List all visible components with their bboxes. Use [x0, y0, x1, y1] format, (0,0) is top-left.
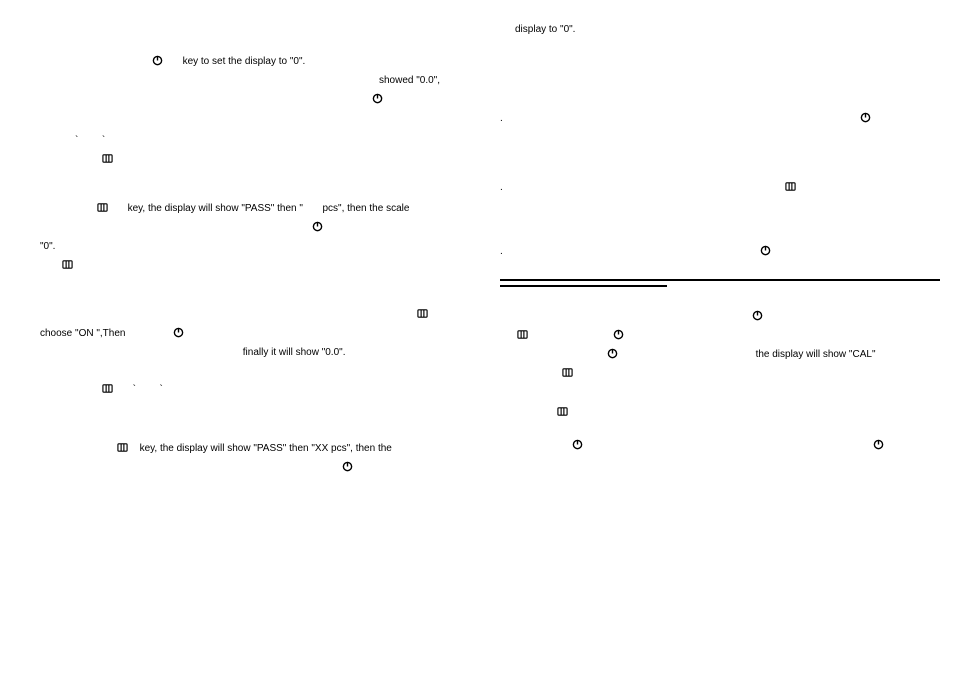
mode-icon	[557, 406, 568, 417]
text: the display will show "CAL"	[756, 349, 876, 360]
left-line-12	[415, 305, 480, 324]
power-icon	[312, 221, 323, 232]
power-icon	[173, 327, 184, 338]
text: `	[133, 384, 136, 395]
left-line-7: key, the display will show "PASS" then "…	[95, 199, 480, 218]
power-icon	[372, 93, 383, 104]
power-icon	[572, 439, 583, 450]
left-line-9: "0".	[40, 237, 480, 256]
mode-icon	[97, 202, 108, 213]
text: .	[500, 182, 503, 193]
left-line-8	[310, 218, 480, 237]
text: key to set the display to "0".	[183, 56, 306, 67]
text: "0".	[40, 241, 55, 252]
right-line-6: .	[500, 178, 940, 197]
right-line-12	[750, 307, 940, 326]
text: pcs", then the scale	[322, 203, 409, 214]
text: .	[500, 113, 503, 124]
left-line-10	[60, 256, 480, 275]
right-line-15	[560, 364, 940, 383]
power-icon	[860, 112, 871, 123]
text: `	[102, 135, 105, 146]
left-column: key to set the display to "0". showed "0…	[40, 0, 480, 497]
text: finally it will show "0.0".	[243, 347, 346, 358]
power-icon	[760, 245, 771, 256]
text: `	[159, 384, 162, 395]
power-icon	[607, 348, 618, 359]
right-column: display to "0". . . .	[500, 0, 940, 475]
divider-short	[500, 285, 667, 287]
text: showed "0.0",	[379, 75, 440, 86]
left-line-19	[340, 458, 480, 477]
mode-icon	[417, 308, 428, 319]
mode-icon	[117, 442, 128, 453]
right-line-17	[555, 403, 940, 422]
right-line-8: .	[500, 242, 940, 261]
mode-icon	[517, 329, 528, 340]
mode-icon	[102, 153, 113, 164]
left-line-2: showed "0.0",	[40, 71, 480, 90]
text: choose "ON ",Then	[40, 328, 125, 339]
right-line-4: .	[500, 109, 940, 128]
right-line-19	[570, 436, 940, 455]
left-line-18: key, the display will show "PASS" then "…	[115, 439, 480, 458]
left-line-13: choose "ON ",Then finally it will show "…	[40, 324, 480, 362]
text: `	[75, 135, 78, 146]
text: key, the display will show "PASS" then "	[128, 203, 303, 214]
power-icon	[873, 439, 884, 450]
left-line-3	[370, 90, 480, 109]
text: key, the display will show "PASS" then "…	[140, 443, 392, 454]
right-line-14: the display will show "CAL"	[605, 345, 940, 364]
divider-long	[500, 279, 940, 281]
mode-icon	[785, 181, 796, 192]
mode-icon	[62, 259, 73, 270]
left-line-5: ` `	[75, 131, 480, 169]
left-line-1: key to set the display to "0".	[150, 52, 480, 71]
text: .	[500, 246, 503, 257]
text: display to "0".	[515, 24, 575, 35]
power-icon	[152, 55, 163, 66]
power-icon	[613, 329, 624, 340]
power-icon	[752, 310, 763, 321]
left-line-15: ` `	[100, 380, 480, 399]
right-line-13	[515, 326, 940, 345]
right-line-0: display to "0".	[515, 20, 940, 39]
mode-icon	[562, 367, 573, 378]
mode-icon	[102, 383, 113, 394]
power-icon	[342, 461, 353, 472]
